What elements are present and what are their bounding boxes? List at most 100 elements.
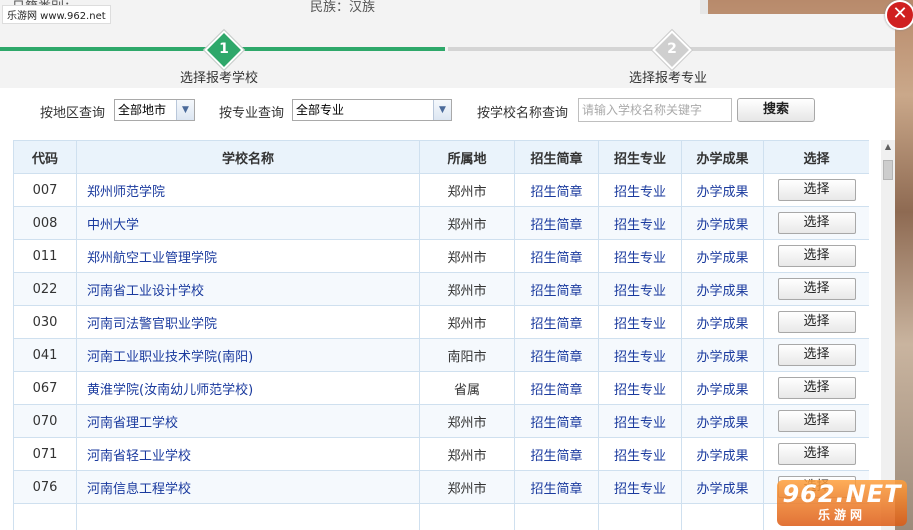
region-select[interactable]: 全部地市 ▼ <box>114 99 195 121</box>
brochure-link[interactable]: 招生简章 <box>514 404 599 438</box>
brochure-link[interactable]: 招生简章 <box>514 305 599 339</box>
results-link[interactable]: 办学成果 <box>681 437 764 471</box>
brochure-link[interactable]: 招生简章 <box>514 206 599 240</box>
region-select-value: 全部地市 <box>118 103 167 117</box>
scroll-up-arrow-icon[interactable]: ▲ <box>881 140 895 154</box>
school-name-link[interactable]: 郑州师范学院 <box>76 173 420 207</box>
select-school-button[interactable]: 选择 <box>777 179 856 201</box>
select-school-button[interactable]: 选择 <box>777 443 856 465</box>
school-code: 007 <box>13 173 77 207</box>
table-row: 008 中州大学 郑州市 招生简章 招生专业 办学成果 选择 <box>13 206 869 240</box>
school-location: 郑州市 <box>419 272 515 306</box>
select-cell: 选择 <box>763 404 869 438</box>
select-school-button[interactable]: 选择 <box>777 410 856 432</box>
results-link <box>681 503 764 530</box>
column-header-brochure: 招生简章 <box>514 140 599 174</box>
school-code: 030 <box>13 305 77 339</box>
school-name-link[interactable]: 河南省轻工业学校 <box>76 437 420 471</box>
scrollbar-thumb[interactable] <box>883 160 893 180</box>
brochure-link[interactable]: 招生简章 <box>514 338 599 372</box>
select-cell: 选择 <box>763 206 869 240</box>
column-header-code: 代码 <box>13 140 77 174</box>
school-code: 071 <box>13 437 77 471</box>
brochure-link[interactable]: 招生简章 <box>514 437 599 471</box>
school-location: 郑州市 <box>419 239 515 273</box>
select-cell: 选择 <box>763 239 869 273</box>
school-name-link[interactable]: 河南信息工程学校 <box>76 470 420 504</box>
chevron-down-icon[interactable]: ▼ <box>433 100 451 120</box>
school-name-link[interactable]: 郑州航空工业管理学院 <box>76 239 420 273</box>
brochure-link[interactable]: 招生简章 <box>514 173 599 207</box>
results-link[interactable]: 办学成果 <box>681 239 764 273</box>
school-code: 022 <box>13 272 77 306</box>
select-school-button[interactable]: 选择 <box>777 278 856 300</box>
results-link[interactable]: 办学成果 <box>681 338 764 372</box>
majors-link[interactable]: 招生专业 <box>598 239 682 273</box>
results-link[interactable]: 办学成果 <box>681 404 764 438</box>
watermark-sub-text: 乐游网 <box>817 508 866 522</box>
select-cell: 选择 <box>763 173 869 207</box>
majors-link[interactable]: 招生专业 <box>598 371 682 405</box>
majors-link[interactable]: 招生专业 <box>598 206 682 240</box>
select-school-button[interactable]: 选择 <box>777 344 856 366</box>
school-name-link[interactable]: 中州大学 <box>76 206 420 240</box>
table-row: 011 郑州航空工业管理学院 郑州市 招生简章 招生专业 办学成果 选择 <box>13 239 869 273</box>
background-text-mid: 民族：汉族 <box>310 0 376 15</box>
select-school-button[interactable]: 选择 <box>777 212 856 234</box>
school-name-link[interactable]: 黄淮学院(汝南幼儿师范学校) <box>76 371 420 405</box>
major-select-value: 全部专业 <box>296 103 345 117</box>
school-location: 郑州市 <box>419 305 515 339</box>
brochure-link[interactable]: 招生简章 <box>514 239 599 273</box>
table-row: 041 河南工业职业技术学院(南阳) 南阳市 招生简章 招生专业 办学成果 选择 <box>13 338 869 372</box>
column-header-select: 选择 <box>763 140 869 174</box>
chevron-down-icon[interactable]: ▼ <box>176 100 194 120</box>
results-link[interactable]: 办学成果 <box>681 272 764 306</box>
select-school-button[interactable]: 选择 <box>777 311 856 333</box>
table-row: 070 河南省理工学校 郑州市 招生简章 招生专业 办学成果 选择 <box>13 404 869 438</box>
school-location: 郑州市 <box>419 470 515 504</box>
search-button[interactable]: 搜索 <box>737 98 815 122</box>
site-logo: 乐游网 www.962.net <box>2 5 111 24</box>
school-name-link[interactable]: 河南省理工学校 <box>76 404 420 438</box>
majors-link[interactable]: 招生专业 <box>598 404 682 438</box>
school-name-filter-label: 按学校名称查询 <box>477 106 569 121</box>
school-code: 008 <box>13 206 77 240</box>
select-school-button[interactable]: 选择 <box>777 245 856 267</box>
school-location: 郑州市 <box>419 173 515 207</box>
select-school-button[interactable]: 选择 <box>777 377 856 399</box>
select-cell: 选择 <box>763 305 869 339</box>
school-location: 郑州市 <box>419 404 515 438</box>
results-link[interactable]: 办学成果 <box>681 470 764 504</box>
majors-link[interactable]: 招生专业 <box>598 437 682 471</box>
results-link[interactable]: 办学成果 <box>681 206 764 240</box>
majors-link[interactable]: 招生专业 <box>598 470 682 504</box>
majors-link[interactable]: 招生专业 <box>598 338 682 372</box>
school-location: 南阳市 <box>419 338 515 372</box>
brochure-link[interactable]: 招生简章 <box>514 470 599 504</box>
school-name-link[interactable]: 河南省工业设计学校 <box>76 272 420 306</box>
step-2-number: 2 <box>667 41 677 57</box>
table-row: 067 黄淮学院(汝南幼儿师范学校) 省属 招生简章 招生专业 办学成果 选择 <box>13 371 869 405</box>
school-name-link[interactable]: 河南司法警官职业学院 <box>76 305 420 339</box>
table-row: 022 河南省工业设计学校 郑州市 招生简章 招生专业 办学成果 选择 <box>13 272 869 306</box>
majors-link[interactable]: 招生专业 <box>598 173 682 207</box>
brochure-link[interactable]: 招生简章 <box>514 371 599 405</box>
results-link[interactable]: 办学成果 <box>681 305 764 339</box>
watermark-logo-text: 962.NET <box>782 480 902 508</box>
table-row: 071 河南省轻工业学校 郑州市 招生简章 招生专业 办学成果 选择 <box>13 437 869 471</box>
brochure-link[interactable]: 招生简章 <box>514 272 599 306</box>
school-name-link[interactable]: 河南工业职业技术学院(南阳) <box>76 338 420 372</box>
step-1-number: 1 <box>219 41 229 57</box>
close-icon[interactable]: ✕ <box>885 0 913 30</box>
school-name-search-input[interactable] <box>578 98 732 122</box>
vertical-scrollbar[interactable]: ▲ <box>881 140 895 530</box>
results-link[interactable]: 办学成果 <box>681 371 764 405</box>
school-location: 郑州市 <box>419 437 515 471</box>
school-code: 067 <box>13 371 77 405</box>
majors-link[interactable]: 招生专业 <box>598 272 682 306</box>
filter-bar: 按地区查询 全部地市 ▼ 按专业查询 全部专业 ▼ 按学校名称查询 搜索 <box>0 98 895 124</box>
column-header-majors: 招生专业 <box>598 140 682 174</box>
results-link[interactable]: 办学成果 <box>681 173 764 207</box>
major-select[interactable]: 全部专业 ▼ <box>292 99 452 121</box>
majors-link[interactable]: 招生专业 <box>598 305 682 339</box>
